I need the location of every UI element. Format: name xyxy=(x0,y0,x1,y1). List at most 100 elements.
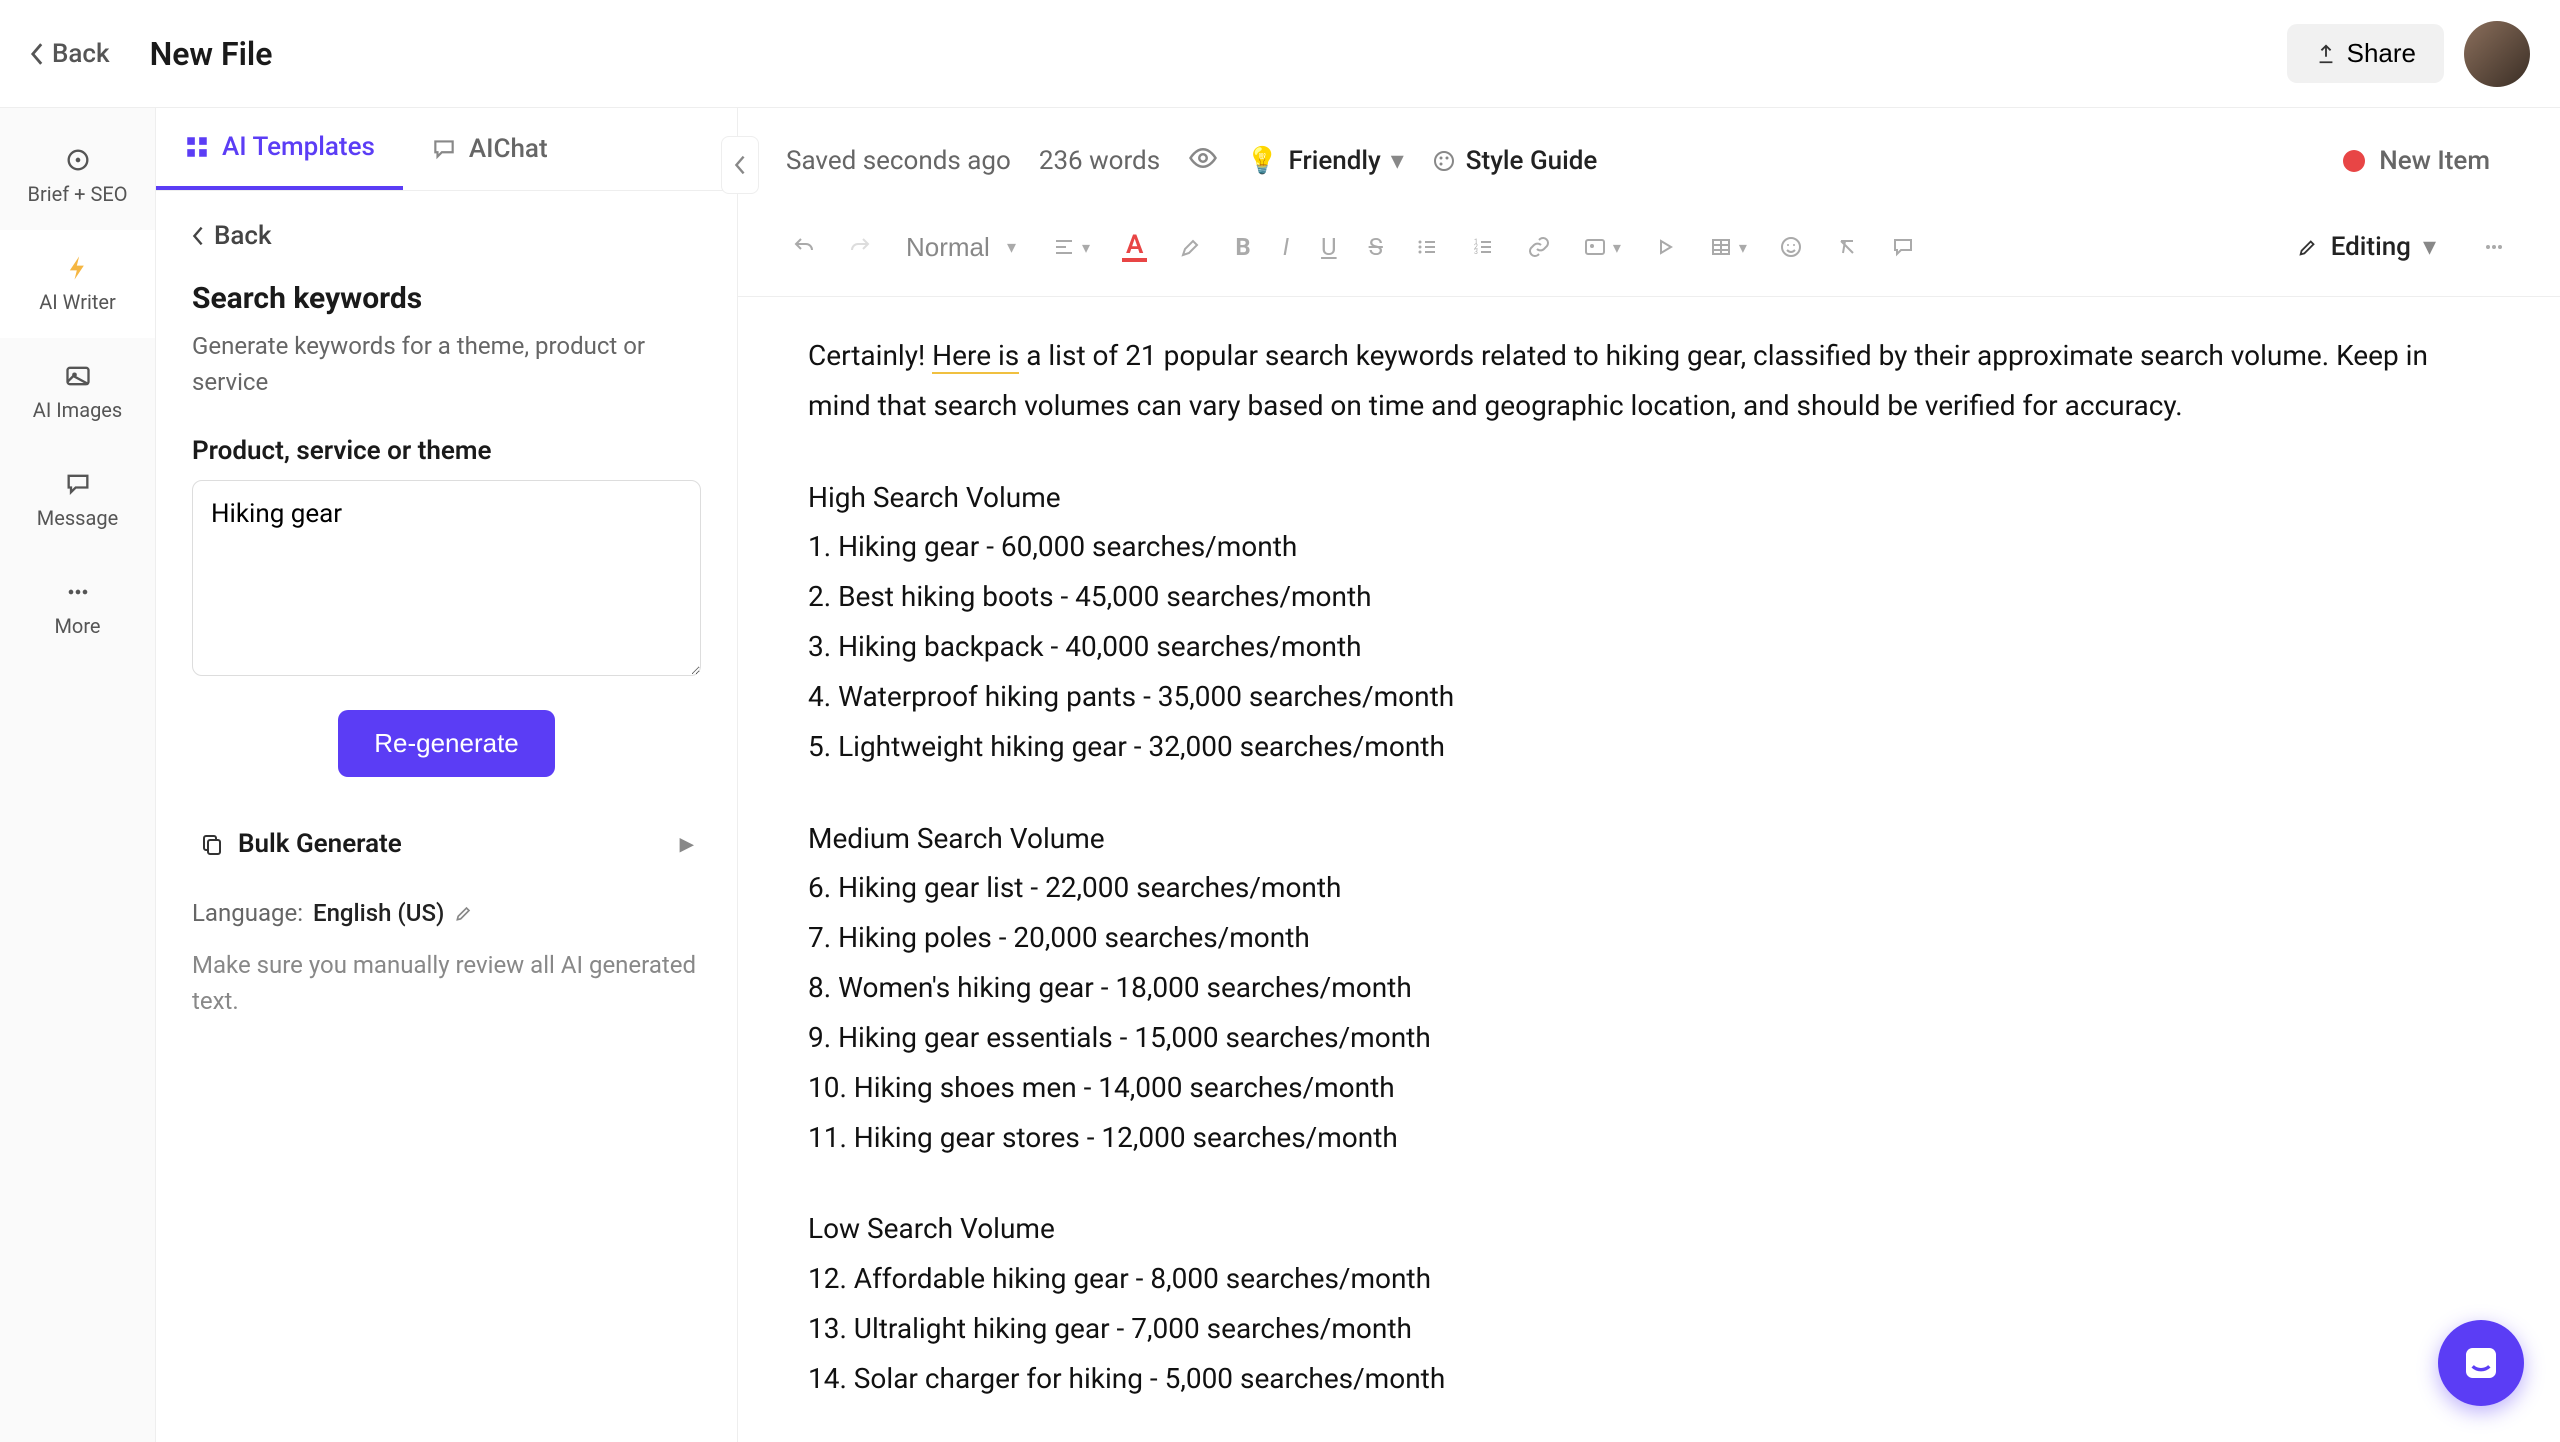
collapse-sidebar-button[interactable] xyxy=(721,136,759,194)
sidebar-panel: AI Templates AIChat Back Search keywords… xyxy=(156,108,738,1442)
palette-icon xyxy=(1432,149,1456,173)
editing-mode-label: Editing xyxy=(2331,232,2411,262)
language-label: Language: xyxy=(192,899,303,927)
new-item-label: New Item xyxy=(2379,146,2490,176)
back-label-top: Back xyxy=(52,39,110,69)
editor-status-bar: Saved seconds ago 236 words 💡 Friendly ▾… xyxy=(738,108,2560,214)
nav-label: AI Images xyxy=(33,398,122,422)
strikethrough-button[interactable]: S xyxy=(1363,227,1389,267)
highlight-button[interactable] xyxy=(1173,229,1209,265)
panel-title: Search keywords xyxy=(192,281,701,316)
share-label: Share xyxy=(2347,38,2416,69)
tab-aichat[interactable]: AIChat xyxy=(403,108,576,190)
help-chat-button[interactable] xyxy=(2438,1320,2524,1406)
table-button[interactable]: ▾ xyxy=(1703,229,1753,265)
regenerate-button[interactable]: Re-generate xyxy=(338,710,555,777)
nav-label: More xyxy=(54,614,100,638)
undo-button[interactable] xyxy=(786,229,822,265)
chevron-left-icon xyxy=(192,226,204,246)
doc-line: 6. Hiking gear list - 22,000 searches/mo… xyxy=(808,863,2490,913)
language-row[interactable]: Language: English (US) xyxy=(192,899,701,927)
tab-ai-templates[interactable]: AI Templates xyxy=(156,108,403,190)
nav-brief-seo[interactable]: Brief + SEO xyxy=(0,122,155,230)
nav-label: Message xyxy=(37,506,118,530)
language-value: English (US) xyxy=(313,899,444,927)
templates-icon xyxy=(184,134,210,160)
image-button[interactable]: ▾ xyxy=(1577,229,1627,265)
paragraph-style-select[interactable]: Normal xyxy=(898,224,1026,270)
clear-format-button[interactable] xyxy=(1829,229,1865,265)
doc-line: 2. Best hiking boots - 45,000 searches/m… xyxy=(808,572,2490,622)
redo-button[interactable] xyxy=(842,229,878,265)
tone-selector[interactable]: 💡 Friendly ▾ xyxy=(1246,146,1404,176)
editor-area: Saved seconds ago 236 words 💡 Friendly ▾… xyxy=(738,108,2560,1442)
chevron-right-icon: ▸ xyxy=(680,829,693,859)
nav-ai-images[interactable]: AI Images xyxy=(0,338,155,446)
style-guide-button[interactable]: Style Guide xyxy=(1432,146,1598,176)
doc-line: 14. Solar charger for hiking - 5,000 sea… xyxy=(808,1354,2490,1404)
doc-line: 13. Ultralight hiking gear - 7,000 searc… xyxy=(808,1304,2490,1354)
panel-back-label: Back xyxy=(214,221,272,251)
theme-input[interactable]: Hiking gear xyxy=(192,480,701,676)
nav-message[interactable]: Message xyxy=(0,446,155,554)
text-color-button[interactable]: A xyxy=(1116,226,1153,268)
doc-line: 10. Hiking shoes men - 14,000 searches/m… xyxy=(808,1063,2490,1113)
bulb-icon: 💡 xyxy=(1246,146,1278,176)
tab-label: AIChat xyxy=(469,134,548,164)
nav-ai-writer[interactable]: AI Writer xyxy=(0,230,155,338)
more-toolbar-button[interactable] xyxy=(2476,229,2512,265)
nav-more[interactable]: More xyxy=(0,554,155,662)
doc-line: 5. Lightweight hiking gear - 32,000 sear… xyxy=(808,722,2490,772)
doc-section-heading: Low Search Volume xyxy=(808,1204,2490,1254)
bolt-icon xyxy=(64,254,92,282)
numbered-list-button[interactable]: 123 xyxy=(1465,229,1501,265)
doc-line: 12. Affordable hiking gear - 8,000 searc… xyxy=(808,1254,2490,1304)
word-count: 236 words xyxy=(1039,146,1160,176)
back-button-top[interactable]: Back xyxy=(30,39,110,69)
avatar[interactable] xyxy=(2464,21,2530,87)
video-button[interactable] xyxy=(1647,229,1683,265)
upload-icon xyxy=(2315,43,2337,65)
bullet-list-button[interactable] xyxy=(1409,229,1445,265)
doc-section-heading: High Search Volume xyxy=(808,473,2490,523)
doc-intro-link[interactable]: Here is xyxy=(932,339,1019,374)
copy-icon xyxy=(200,832,224,856)
editor-toolbar: Normal ▾ A B I U S 123 ▾ ▾ Editing ▾ xyxy=(738,214,2560,297)
chevron-left-icon xyxy=(30,42,44,66)
field-label: Product, service or theme xyxy=(192,436,701,466)
nav-rail: Brief + SEO AI Writer AI Images Message … xyxy=(0,108,156,1442)
document-body[interactable]: Certainly! Here is a list of 21 popular … xyxy=(738,297,2560,1442)
doc-line: 8. Women's hiking gear - 18,000 searches… xyxy=(808,963,2490,1013)
bold-button[interactable]: B xyxy=(1229,227,1256,267)
dots-icon xyxy=(64,578,92,606)
svg-text:3: 3 xyxy=(1474,248,1478,256)
edit-icon xyxy=(454,903,474,923)
eye-icon xyxy=(1188,143,1218,173)
doc-line: 1. Hiking gear - 60,000 searches/month xyxy=(808,522,2490,572)
doc-line: 4. Waterproof hiking pants - 35,000 sear… xyxy=(808,672,2490,722)
align-button[interactable]: ▾ xyxy=(1046,229,1096,265)
emoji-button[interactable] xyxy=(1773,229,1809,265)
comment-button[interactable] xyxy=(1885,229,1921,265)
disclaimer-text: Make sure you manually review all AI gen… xyxy=(192,947,701,1019)
chevron-left-icon xyxy=(734,155,746,175)
sidebar-tabs: AI Templates AIChat xyxy=(156,108,737,191)
nav-label: Brief + SEO xyxy=(28,182,128,206)
share-button[interactable]: Share xyxy=(2287,24,2444,83)
top-header: Back New File Share xyxy=(0,0,2560,108)
panel-back-button[interactable]: Back xyxy=(192,221,701,251)
pencil-icon xyxy=(2297,236,2319,258)
doc-line: 9. Hiking gear essentials - 15,000 searc… xyxy=(808,1013,2490,1063)
message-icon xyxy=(64,470,92,498)
editing-mode-select[interactable]: Editing ▾ xyxy=(2277,220,2456,274)
bulk-label: Bulk Generate xyxy=(238,829,402,859)
chevron-down-icon: ▾ xyxy=(1391,146,1404,176)
underline-button[interactable]: U xyxy=(1315,227,1343,267)
new-item-button[interactable]: New Item xyxy=(2321,136,2512,186)
visibility-toggle[interactable] xyxy=(1188,143,1218,180)
file-title[interactable]: New File xyxy=(150,35,273,73)
italic-button[interactable]: I xyxy=(1277,227,1295,267)
link-button[interactable] xyxy=(1521,229,1557,265)
chevron-down-icon: ▾ xyxy=(2423,232,2436,262)
bulk-generate-row[interactable]: Bulk Generate ▸ xyxy=(192,813,701,875)
